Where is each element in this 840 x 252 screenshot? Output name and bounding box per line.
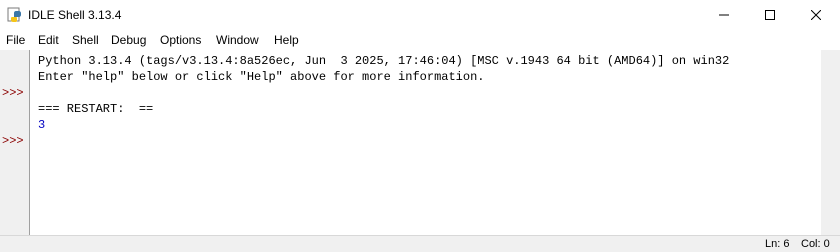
menu-file[interactable]: File bbox=[6, 33, 25, 47]
menu-options[interactable]: Options bbox=[160, 33, 201, 47]
shell-text-area[interactable]: Python 3.13.4 (tags/v3.13.4:8a526ec, Jun… bbox=[29, 50, 821, 235]
window-title: IDLE Shell 3.13.4 bbox=[28, 8, 122, 22]
maximize-icon bbox=[765, 10, 775, 20]
shell-prompt: >>> bbox=[2, 86, 24, 100]
line-number-status: Ln: 6 bbox=[765, 238, 790, 250]
menu-bar: File Edit Shell Debug Options Window Hel… bbox=[0, 30, 840, 50]
menu-debug[interactable]: Debug bbox=[111, 33, 146, 47]
banner-help-line: Enter "help" below or click "Help" above… bbox=[38, 70, 485, 84]
prompt-sidebar: >>> >>> bbox=[0, 50, 29, 235]
python-idle-icon bbox=[7, 7, 23, 23]
close-button[interactable] bbox=[793, 0, 839, 30]
status-bar: Ln: 6 Col: 0 bbox=[0, 235, 840, 252]
restart-line: === RESTART: == bbox=[38, 102, 154, 116]
menu-edit[interactable]: Edit bbox=[38, 33, 59, 47]
vertical-scrollbar[interactable] bbox=[821, 50, 840, 235]
close-icon bbox=[811, 10, 821, 20]
maximize-button[interactable] bbox=[747, 0, 793, 30]
shell-prompt: >>> bbox=[2, 134, 24, 148]
output-line: 3 bbox=[38, 118, 46, 132]
column-number-status: Col: 0 bbox=[801, 238, 830, 250]
menu-help[interactable]: Help bbox=[274, 33, 299, 47]
minimize-button[interactable] bbox=[701, 0, 747, 30]
menu-window[interactable]: Window bbox=[216, 33, 259, 47]
menu-shell[interactable]: Shell bbox=[72, 33, 99, 47]
banner-version-line: Python 3.13.4 (tags/v3.13.4:8a526ec, Jun… bbox=[38, 54, 730, 68]
minimize-icon bbox=[719, 14, 729, 16]
title-bar: IDLE Shell 3.13.4 bbox=[0, 0, 840, 30]
